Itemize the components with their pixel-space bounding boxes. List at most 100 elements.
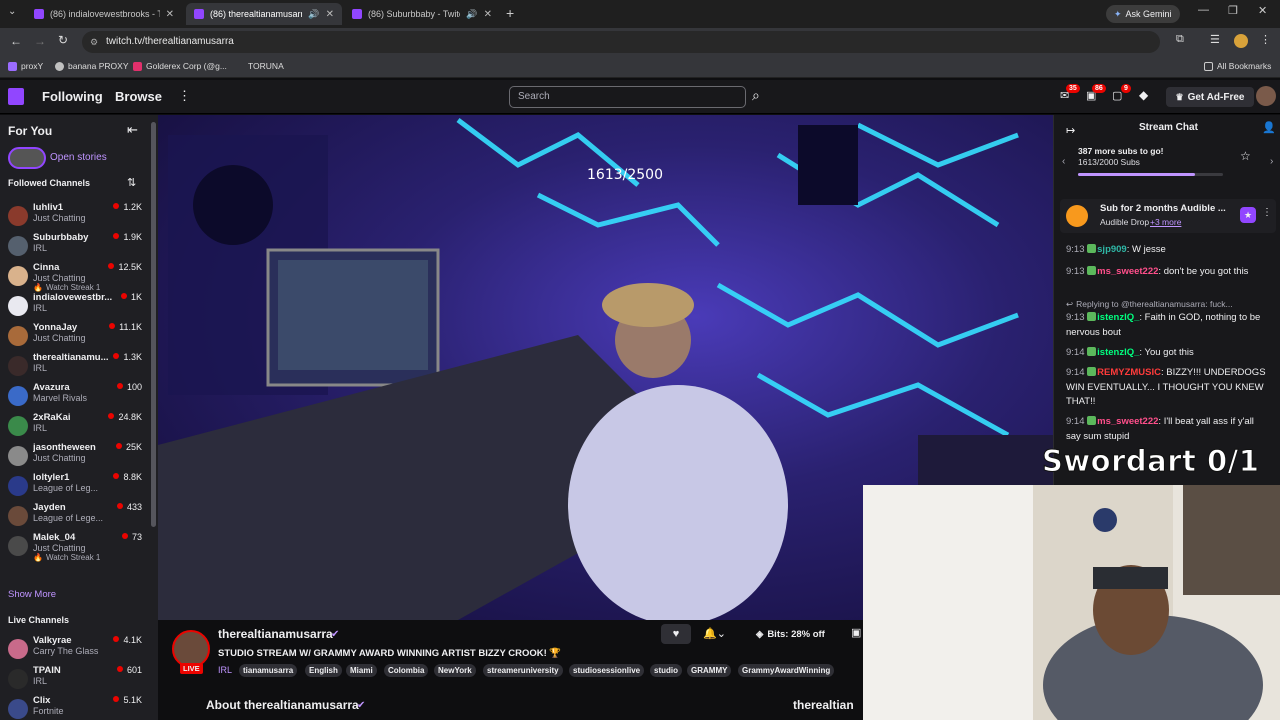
chat-username[interactable]: istenzlQ_ (1097, 312, 1139, 323)
sort-icon[interactable]: ⇅ (127, 176, 136, 189)
followed-channel-item[interactable]: luhliv1 Just Chatting 1.2K (8, 202, 148, 232)
chat-username[interactable]: sjp909 (1097, 244, 1127, 255)
follow-heart-button[interactable]: ♥ (661, 624, 691, 644)
stream-tag[interactable]: GrammyAwardWinning (738, 664, 835, 677)
open-stories-button[interactable]: Open stories (8, 147, 138, 169)
close-tab-icon[interactable]: ✕ (484, 9, 492, 20)
stream-tag[interactable]: NewYork (434, 664, 476, 677)
user-avatar[interactable] (1256, 86, 1276, 106)
goal-star-icon[interactable]: ☆ (1240, 149, 1251, 163)
tab-search-chevron-icon[interactable]: ⌄ (8, 6, 16, 17)
bits-discount-button[interactable]: ◈ Bits: 28% off (756, 624, 825, 644)
extensions-icon[interactable]: ⧉ (1176, 33, 1184, 46)
close-window-icon[interactable]: ✕ (1258, 4, 1267, 17)
category-link[interactable]: IRL (218, 665, 232, 675)
menu-kebab-icon[interactable]: ⋮ (1260, 33, 1271, 46)
browser-tab-3[interactable]: (86) Suburbbaby - Twitch 🔊 ✕ (344, 3, 500, 25)
followed-channel-item[interactable]: Jayden League of Lege... 433 (8, 502, 148, 532)
followed-channel-item[interactable]: indialovewestbr... IRL 1K (8, 292, 148, 322)
browser-tab-1[interactable]: (86) indialovewestbrooks - Twitch ✕ (26, 3, 182, 25)
collapse-chat-icon[interactable]: ↦ (1066, 124, 1075, 137)
address-bar[interactable]: ⚙ twitch.tv/therealtianamusarra (82, 31, 1160, 53)
profile-avatar[interactable] (1234, 34, 1248, 48)
chat-message[interactable]: 9:13 istenzlQ_: Faith in GOD, nothing to… (1066, 311, 1271, 340)
collapse-sidebar-icon[interactable]: ⇤ (127, 122, 138, 138)
bookmark-label: banana PROXY (68, 61, 129, 71)
live-channel-item[interactable]: TPAIN IRL 601 (8, 665, 148, 695)
stream-tag[interactable]: streameruniversity (483, 664, 563, 677)
followed-channel-item[interactable]: therealtianamu... IRL 1.3K (8, 352, 148, 382)
bookmark-banana-proxy[interactable]: banana PROXY (55, 61, 128, 71)
show-more-link[interactable]: Show More (8, 589, 56, 600)
stream-tag[interactable]: Miami (346, 664, 377, 677)
ask-gemini-button[interactable]: ✦ Ask Gemini (1106, 5, 1180, 23)
bookmark-toruna[interactable]: TORUNA (248, 61, 284, 71)
goal-prev-icon[interactable]: ‹ (1062, 156, 1065, 167)
followed-channel-item[interactable]: YonnaJay Just Chatting 11.1K (8, 322, 148, 352)
new-tab-icon[interactable]: + (506, 5, 514, 21)
gift-icon[interactable]: ▣ (851, 626, 861, 639)
speaker-icon[interactable]: 🔊 (308, 9, 319, 20)
followed-channel-item[interactable]: 2xRaKai IRL 24.8K (8, 412, 148, 442)
site-info-icon[interactable]: ⚙ (90, 31, 98, 53)
browser-tab-2[interactable]: (86) therealtianamusarra - Twitch 🔊 ✕ (186, 3, 342, 25)
chat-badge-icon (1087, 266, 1097, 275)
notification-bell-button[interactable]: 🔔⌄ (703, 624, 739, 644)
search-input[interactable]: Search (509, 86, 746, 108)
bits-gem-icon[interactable]: ◆ (1139, 88, 1148, 102)
stream-tag[interactable]: studio (650, 664, 682, 677)
chat-username[interactable]: istenzlQ_ (1097, 347, 1139, 358)
live-channel-item[interactable]: Valkyrae Carry The Glass 4.1K (8, 635, 148, 665)
followed-channel-item[interactable]: Cinna Just Chatting 12.5K 🔥 Watch Streak 1 (8, 262, 148, 292)
chat-username[interactable]: ms_sweet222 (1097, 416, 1158, 427)
goal-next-icon[interactable]: › (1270, 156, 1273, 167)
stream-tag[interactable]: GRAMMY (687, 664, 732, 677)
search-button[interactable]: ⌕ (748, 86, 770, 108)
close-tab-icon[interactable]: ✕ (166, 9, 174, 20)
chat-username[interactable]: ms_sweet222 (1097, 266, 1158, 277)
audible-drop-card[interactable]: Sub for 2 months Audible ... Audible Dro… (1060, 199, 1276, 233)
get-ad-free-button[interactable]: ♛ Get Ad-Free (1166, 87, 1254, 107)
drop-more-link[interactable]: +3 more (1150, 217, 1181, 227)
streamer-name[interactable]: therealtianamusarra (218, 627, 333, 641)
chat-message[interactable]: 9:14 istenzlQ_: You got this (1066, 346, 1271, 361)
about-verified-icon: ✔ (357, 700, 366, 711)
forward-icon[interactable]: → (34, 34, 46, 48)
minimize-icon[interactable]: — (1198, 4, 1209, 16)
drop-menu-icon[interactable]: ⋮ (1262, 207, 1272, 218)
close-tab-icon[interactable]: ✕ (326, 9, 334, 20)
twitch-logo-icon[interactable] (8, 88, 24, 105)
chat-message[interactable]: 9:14 ms_sweet222: I'll beat yall ass if … (1066, 415, 1271, 444)
search-icon: ⌕ (752, 87, 760, 103)
live-channel-item[interactable]: Clix Fortnite 5.1K (8, 695, 148, 720)
goal-progress-text: 1613/2000 Subs (1078, 157, 1140, 167)
followed-channel-item[interactable]: jasontheween Just Chatting 25K (8, 442, 148, 472)
speaker-icon[interactable]: 🔊 (466, 9, 477, 20)
more-kebab-icon[interactable]: ⋮ (178, 88, 191, 104)
sidebar-scrollbar[interactable] (151, 122, 156, 527)
followed-channel-item[interactable]: Suburbbaby IRL 1.9K (8, 232, 148, 262)
stream-tag[interactable]: tianamusarra (239, 664, 298, 677)
chat-reply-indicator[interactable]: ↩ Replying to @therealtianamusarra: fuck.… (1066, 297, 1271, 312)
chat-message[interactable]: 9:14 REMYZMUSIC: BIZZY!!! UNDERDOGS WIN … (1066, 366, 1271, 410)
chat-username[interactable]: REMYZMUSIC (1097, 367, 1161, 378)
community-icon[interactable]: 👤 (1262, 121, 1276, 134)
followed-channel-item[interactable]: loltyler1 League of Leg... 8.8K (8, 472, 148, 502)
restore-icon[interactable]: ❐ (1228, 4, 1238, 17)
bookmark-golderex[interactable]: Golderex Corp (@g... (133, 61, 227, 71)
following-link[interactable]: Following (42, 89, 103, 104)
followed-channel-item[interactable]: Malek_04 Just Chatting 73 🔥 Watch Streak 1 (8, 532, 148, 562)
bookmark-proxy[interactable]: proxY (8, 61, 43, 71)
chat-message[interactable]: 9:13 ms_sweet222: don't be you got this (1066, 265, 1271, 280)
back-icon[interactable]: ← (10, 34, 22, 48)
browse-link[interactable]: Browse (115, 89, 162, 104)
reading-list-icon[interactable]: ☰ (1210, 33, 1220, 46)
chat-text: : don't be you got this (1158, 266, 1249, 277)
chat-message[interactable]: 9:13 sjp909: W jesse (1066, 243, 1271, 258)
followed-channel-item[interactable]: Avazura Marvel Rivals 100 (8, 382, 148, 412)
stream-tag[interactable]: studiosessionlive (569, 664, 645, 677)
stream-tag[interactable]: Colombia (384, 664, 429, 677)
all-bookmarks[interactable]: All Bookmarks (1204, 61, 1271, 71)
stream-tag[interactable]: English (305, 664, 342, 677)
reload-icon[interactable]: ↻ (58, 33, 68, 47)
